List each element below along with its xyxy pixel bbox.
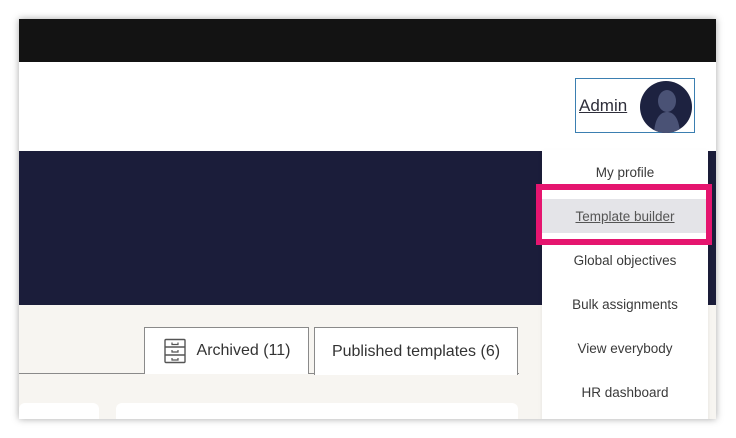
- tab-published-label: Published templates (6): [331, 342, 501, 360]
- admin-user-link[interactable]: Admin: [579, 96, 627, 116]
- menu-item-label: My profile: [595, 164, 655, 180]
- tab-archived[interactable]: Archived (11): [144, 327, 309, 374]
- menu-item-my-profile[interactable]: My profile: [542, 155, 708, 189]
- page-header: Admin: [19, 62, 716, 151]
- app-window: Admin Archived (11) Published templates …: [19, 19, 716, 419]
- tab-published-templates[interactable]: Published templates (6): [314, 327, 518, 375]
- tab-archived-label: Archived (11): [196, 342, 291, 359]
- archive-icon: [163, 338, 186, 364]
- menu-item-hr-dashboard[interactable]: HR dashboard: [542, 375, 708, 409]
- menu-item-label: View everybody: [577, 340, 673, 356]
- menu-item-template-builder[interactable]: Template builder: [542, 199, 708, 233]
- user-menu-trigger[interactable]: Admin: [575, 78, 695, 133]
- user-silhouette-icon: [654, 90, 680, 133]
- menu-item-label: Global objectives: [573, 252, 677, 268]
- avatar[interactable]: [640, 81, 692, 133]
- menu-item-label: Template builder: [575, 208, 675, 224]
- menu-item-bulk-assignments[interactable]: Bulk assignments: [542, 287, 708, 321]
- template-card[interactable]: [19, 403, 99, 419]
- menu-item-global-objectives[interactable]: Global objectives: [542, 243, 708, 277]
- user-menu-dropdown: My profile Template builder Global objec…: [542, 150, 708, 419]
- menu-item-view-everybody[interactable]: View everybody: [542, 331, 708, 365]
- top-bar: [19, 19, 716, 62]
- menu-item-label: HR dashboard: [581, 384, 669, 400]
- menu-item-label: Bulk assignments: [572, 296, 678, 312]
- template-card[interactable]: [116, 403, 518, 419]
